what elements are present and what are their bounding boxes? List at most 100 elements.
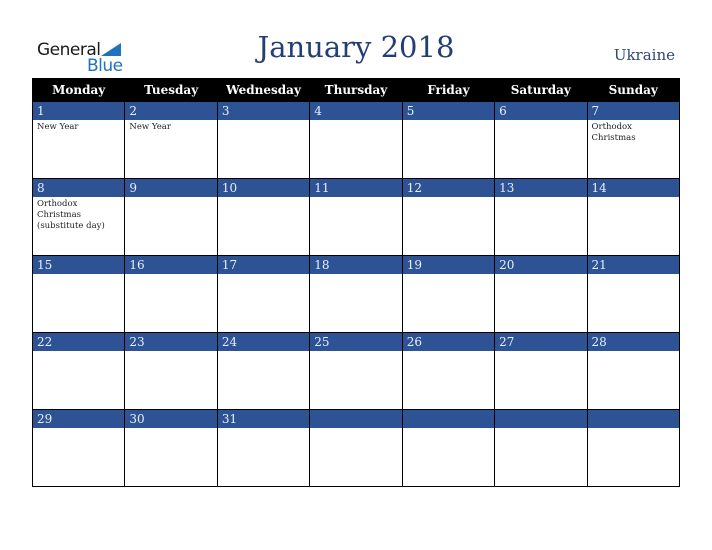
day-cell[interactable]: 17	[216, 255, 311, 333]
day-cell[interactable]: 31	[216, 409, 311, 487]
day-number	[587, 410, 679, 428]
day-number	[310, 410, 402, 428]
day-cell[interactable]: 3	[216, 101, 311, 179]
holiday-label	[495, 274, 586, 278]
day-cell[interactable]	[309, 409, 403, 487]
day-cell[interactable]: 28	[586, 332, 681, 410]
day-number: 24	[217, 333, 310, 351]
day-number: 25	[310, 333, 402, 351]
day-cell[interactable]: 21	[586, 255, 681, 333]
weekday-header: Saturday	[494, 78, 588, 102]
day-cell[interactable]: 27	[494, 332, 588, 410]
day-cell[interactable]	[401, 409, 496, 487]
day-cell[interactable]: 6	[494, 101, 588, 179]
day-number: 27	[495, 333, 587, 351]
day-number: 29	[33, 410, 125, 428]
day-number	[495, 410, 587, 428]
day-number: 15	[33, 256, 125, 274]
day-cell[interactable]	[586, 409, 681, 487]
holiday-label	[403, 274, 494, 278]
page-title: January 2018	[257, 30, 455, 64]
day-cell[interactable]: 16	[124, 255, 218, 333]
holiday-label	[33, 274, 124, 278]
week-row: 15 16 17 18 19 20 21	[31, 255, 681, 333]
day-number: 22	[33, 333, 125, 351]
day-number: 19	[402, 256, 495, 274]
day-number: 2	[125, 102, 217, 120]
weekday-header: Wednesday	[216, 78, 311, 102]
holiday-label: New Year	[129, 122, 171, 132]
day-cell[interactable]: 29	[31, 409, 126, 487]
holiday-label	[495, 120, 586, 124]
day-cell[interactable]: 11	[309, 178, 403, 256]
day-number: 12	[402, 179, 495, 197]
day-cell[interactable]: 4	[309, 101, 403, 179]
day-number: 5	[402, 102, 495, 120]
weekday-header: Tuesday	[124, 78, 218, 102]
day-number: 4	[310, 102, 402, 120]
country-label: Ukraine	[613, 46, 675, 64]
day-cell[interactable]: 22	[31, 332, 126, 410]
day-cell[interactable]: 19	[401, 255, 496, 333]
holiday-label	[403, 197, 494, 201]
day-cell[interactable]: 14	[586, 178, 681, 256]
day-number: 6	[495, 102, 587, 120]
day-cell[interactable]	[494, 409, 588, 487]
day-cell[interactable]: 7 Orthodox Christmas	[586, 101, 681, 179]
day-number: 7	[587, 102, 679, 120]
week-row: 22 23 24 25 26 27 28	[31, 332, 681, 410]
day-number: 17	[217, 256, 310, 274]
holiday-label	[125, 197, 216, 201]
holiday-label: Orthodox Christmas	[591, 122, 636, 143]
day-cell[interactable]: 8 Orthodox Christmas (substitute day)	[31, 178, 126, 256]
day-number: 1	[33, 102, 125, 120]
day-cell[interactable]: 20	[494, 255, 588, 333]
holiday-label	[218, 274, 309, 278]
day-cell[interactable]: 5	[401, 101, 496, 179]
holiday-label	[403, 120, 494, 124]
day-number: 21	[587, 256, 679, 274]
day-cell[interactable]: 13	[494, 178, 588, 256]
holiday-label	[310, 197, 401, 201]
day-cell[interactable]: 15	[31, 255, 126, 333]
day-cell[interactable]: 26	[401, 332, 496, 410]
day-cell[interactable]: 9	[124, 178, 218, 256]
day-cell[interactable]: 25	[309, 332, 403, 410]
day-cell[interactable]: 24	[216, 332, 311, 410]
weekday-header: Friday	[401, 78, 496, 102]
day-number: 3	[217, 102, 310, 120]
day-number: 9	[125, 179, 217, 197]
holiday-label	[588, 428, 679, 432]
day-cell[interactable]: 2 New Year	[124, 101, 218, 179]
holiday-label	[588, 274, 679, 278]
weekday-header-row: Monday Tuesday Wednesday Thursday Friday…	[31, 78, 681, 102]
day-number: 14	[587, 179, 679, 197]
day-number: 13	[495, 179, 587, 197]
day-number: 26	[402, 333, 495, 351]
day-number: 31	[217, 410, 310, 428]
day-cell[interactable]: 18	[309, 255, 403, 333]
day-cell[interactable]: 30	[124, 409, 218, 487]
holiday-label	[495, 428, 586, 432]
holiday-label	[310, 274, 401, 278]
day-cell[interactable]: 1 New Year	[31, 101, 126, 179]
day-number	[402, 410, 495, 428]
holiday-label	[125, 351, 216, 355]
day-number: 28	[587, 333, 679, 351]
day-number: 11	[310, 179, 402, 197]
week-row: 1 New Year 2 New Year 3 4 5 6 7 Orthodox Christma…	[31, 101, 681, 179]
holiday-label	[310, 428, 401, 432]
day-number: 10	[217, 179, 310, 197]
week-row: 29 30 31	[31, 409, 681, 487]
holiday-label	[310, 351, 401, 355]
weekday-header: Monday	[31, 78, 126, 102]
day-cell[interactable]: 10	[216, 178, 311, 256]
weekday-header: Thursday	[309, 78, 403, 102]
holiday-label	[33, 428, 124, 432]
day-number: 20	[495, 256, 587, 274]
day-cell[interactable]: 12	[401, 178, 496, 256]
holiday-label	[403, 428, 494, 432]
holiday-label	[495, 197, 586, 201]
day-cell[interactable]: 23	[124, 332, 218, 410]
holiday-label	[218, 428, 309, 432]
